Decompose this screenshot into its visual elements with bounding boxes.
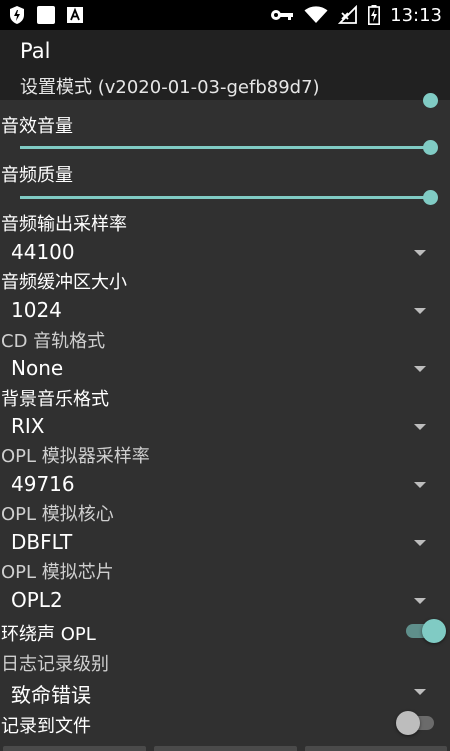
opl-core-select[interactable]: DBFLT (0, 527, 450, 561)
audio-volume-slider-thumb[interactable] (423, 140, 438, 155)
log-to-file-label: 记录到文件 (1, 716, 91, 737)
log-level-label: 日志记录级别 (1, 654, 109, 675)
opl-sample-rate-value: 49716 (11, 472, 75, 496)
log-level-value: 致命错误 (11, 683, 91, 707)
buffer-size-label: 音频缓冲区大小 (1, 272, 127, 293)
output-sample-rate-label: 音频输出采样率 (1, 214, 127, 235)
switch-thumb (422, 619, 446, 643)
dropdown-arrow-icon (414, 424, 426, 430)
opl-core-label: OPL 模拟核心 (1, 504, 114, 525)
wifi-icon (304, 6, 328, 24)
status-left-icons (8, 5, 84, 25)
signal-off-icon (338, 5, 358, 25)
audio-quality-label: 音频质量 (1, 165, 73, 186)
bgm-format-label: 背景音乐格式 (1, 389, 109, 410)
battery-charging-icon (368, 5, 381, 25)
log-level-select[interactable]: 致命错误 (0, 676, 450, 710)
output-sample-rate-value: 44100 (11, 240, 75, 264)
opl-chip-value: OPL2 (11, 588, 63, 612)
dropdown-arrow-icon (414, 540, 426, 546)
status-right-icons: 13:13 (270, 5, 442, 26)
dropdown-arrow-icon (414, 482, 426, 488)
app-subtitle: 设置模式 (v2020-01-03-gefb89d7) (20, 77, 320, 98)
audio-quality-slider-track[interactable] (20, 196, 430, 199)
audio-volume-slider-track[interactable] (20, 146, 430, 149)
bottom-button-2[interactable] (154, 746, 297, 751)
output-sample-rate-select[interactable]: 44100 (0, 237, 450, 271)
audio-quality-slider-thumb[interactable] (423, 190, 438, 205)
opl-core-value: DBFLT (11, 530, 73, 554)
cd-track-format-select[interactable]: None (0, 353, 450, 387)
dropdown-arrow-icon (414, 250, 426, 256)
shield-icon (8, 5, 26, 25)
bottom-button-bar (0, 746, 450, 751)
buffer-size-value: 1024 (11, 298, 62, 322)
dropdown-arrow-icon (414, 689, 426, 695)
dropdown-arrow-icon (414, 308, 426, 314)
font-icon (66, 6, 84, 24)
opl-chip-select[interactable]: OPL2 (0, 585, 450, 619)
status-time: 13:13 (390, 4, 442, 26)
audio-volume-label: 音效音量 (1, 116, 73, 137)
surround-opl-switch[interactable] (404, 616, 446, 646)
status-bar: 13:13 (0, 0, 450, 30)
square-icon (36, 5, 56, 25)
surround-opl-label: 环绕声 OPL (1, 624, 96, 645)
switch-thumb (396, 711, 420, 735)
buffer-size-select[interactable]: 1024 (0, 295, 450, 329)
cd-track-format-value: None (11, 356, 64, 380)
previous-slider-thumb[interactable] (423, 93, 438, 108)
opl-chip-label: OPL 模拟芯片 (1, 562, 114, 583)
app-title: Pal (20, 39, 51, 63)
bgm-format-select[interactable]: RIX (0, 411, 450, 445)
opl-sample-rate-label: OPL 模拟器采样率 (1, 446, 150, 467)
cd-track-format-label: CD 音轨格式 (1, 331, 106, 352)
bottom-button-3[interactable] (305, 746, 447, 751)
opl-sample-rate-select[interactable]: 49716 (0, 469, 450, 503)
bottom-button-1[interactable] (3, 746, 146, 751)
dropdown-arrow-icon (414, 598, 426, 604)
dropdown-arrow-icon (414, 366, 426, 372)
settings-list[interactable]: 音效音量 音频质量 音频输出采样率 44100 音频缓冲区大小 1024 CD … (0, 93, 450, 751)
bgm-format-value: RIX (11, 414, 45, 438)
key-icon (270, 8, 294, 22)
app-bar: Pal 设置模式 (v2020-01-03-gefb89d7) (0, 30, 450, 100)
log-to-file-switch[interactable] (396, 708, 438, 738)
